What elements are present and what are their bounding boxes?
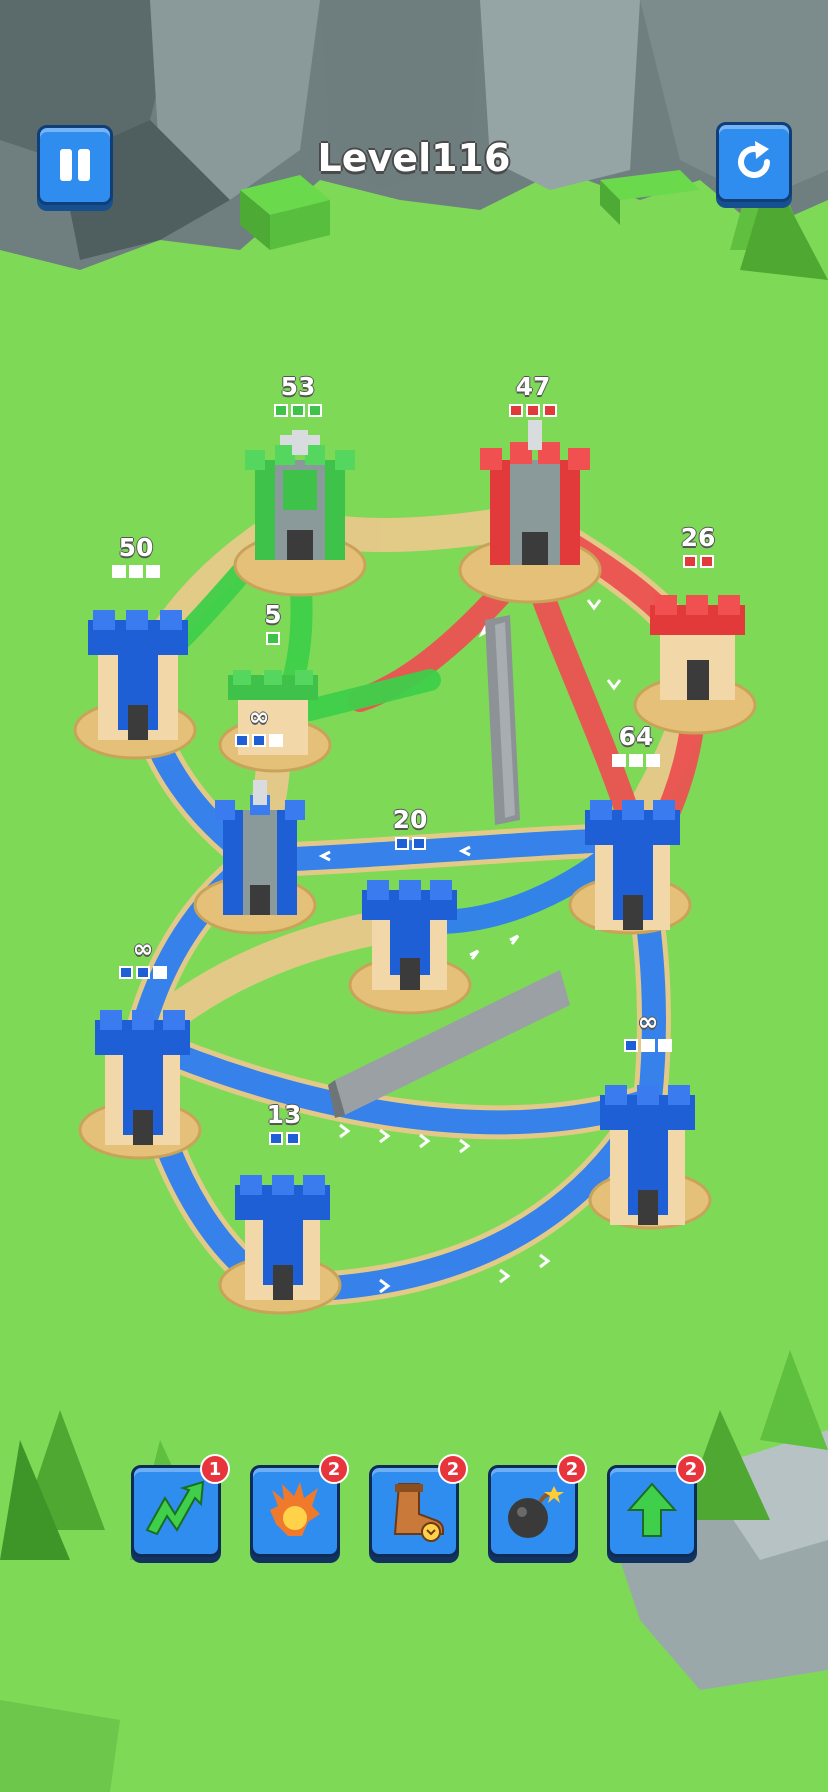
level-pip [646,754,660,767]
level-pip [119,966,133,979]
level-pip [509,404,523,417]
tower-count-green-small: 5 [264,600,282,629]
tower-level-pips-blue-center-20 [394,837,426,850]
blue-tower-center-20[interactable] [362,880,457,990]
tower-count-neutral-left-top: 50 [118,533,154,562]
tower-count-blue-center-20: 20 [392,805,428,834]
blue-tower-left-top[interactable] [88,610,188,740]
tower-level-pips-green-small [266,632,280,645]
tower-count-red-castle: 47 [515,372,551,401]
level-pip [268,1132,283,1145]
level-pip [411,837,426,850]
fire-count-badge: 2 [319,1454,349,1484]
red-castle-tower[interactable] [480,420,590,575]
boot-count-badge: 2 [438,1454,468,1484]
tower-level-pips-neutral-left-top [112,565,160,578]
restart-button[interactable] [716,122,792,202]
up-arrow-icon [626,1482,678,1537]
tower-count-red-tower-small: 26 [680,523,716,552]
upgrade-count-badge: 2 [676,1454,706,1484]
tower-level-pips-green-castle [274,404,322,417]
bomb-icon [508,1486,564,1538]
fire-powerup-button[interactable]: 2 [250,1454,349,1557]
red-small-tower[interactable] [650,595,745,705]
lightning-powerup-button[interactable]: 1 [131,1454,230,1557]
level-pip [699,555,714,568]
level-pip [285,1132,300,1145]
level-pip [658,1039,672,1052]
blue-tower-right-64[interactable] [585,800,680,930]
tower-level-pips-blue-infinity-1 [235,734,283,747]
tower-level-pips-blue-left-infinity [119,966,167,979]
level-pip [291,404,305,417]
level-title: Level116 [317,136,511,180]
level-pip [612,754,626,767]
tower-count-blue-right-infinity: ∞ [637,1007,659,1036]
level-pip [235,734,249,747]
level-pip [526,404,540,417]
green-lightning-icon [145,1480,205,1536]
level-pip [641,1039,655,1052]
tower-level-pips-blue-bottom-13 [268,1132,300,1145]
blue-tower-bottom[interactable] [235,1175,330,1300]
blue-tower-left[interactable] [95,1010,190,1145]
level-pip [136,966,150,979]
tower-level-pips-red-tower-small [682,555,714,568]
blue-tower-right-bottom[interactable] [600,1085,695,1225]
tower-count-blue-left-infinity: ∞ [132,934,154,963]
tower-count-blue-right-64: 64 [618,722,654,751]
green-castle-tower[interactable] [245,430,355,570]
tower-count-blue-infinity-1: ∞ [248,702,270,731]
level-pip [146,565,160,578]
tower-count-green-castle: 53 [280,372,316,401]
lightning-count-badge: 1 [200,1454,230,1484]
level-pip [682,555,697,568]
level-pip [112,565,126,578]
level-pip [629,754,643,767]
level-pip [624,1039,638,1052]
fireball-icon [270,1482,320,1536]
game-board[interactable]: 53 47 26 50 5 ∞ 64 20 ∞ ∞ 13 Level116 1 2 [0,0,828,1792]
tower-count-blue-bottom-13: 13 [266,1100,302,1129]
upgrade-powerup-button[interactable]: 2 [607,1454,706,1557]
boot-icon [393,1483,444,1542]
blue-tower-center-left[interactable] [215,780,305,920]
tower-level-pips-red-castle [509,404,557,417]
level-pip [266,632,280,645]
level-pip [252,734,266,747]
level-pip [153,966,167,979]
level-pip [394,837,409,850]
level-pip [274,404,288,417]
speed-boot-powerup-button[interactable]: 2 [369,1454,468,1557]
tower-level-pips-blue-right-infinity [624,1039,672,1052]
bomb-count-badge: 2 [557,1454,587,1484]
level-pip [308,404,322,417]
level-pip [543,404,557,417]
level-pip [269,734,283,747]
restart-icon [738,141,770,178]
tower-level-pips-blue-right-64 [612,754,660,767]
level-pip [129,565,143,578]
bomb-powerup-button[interactable]: 2 [488,1454,587,1557]
